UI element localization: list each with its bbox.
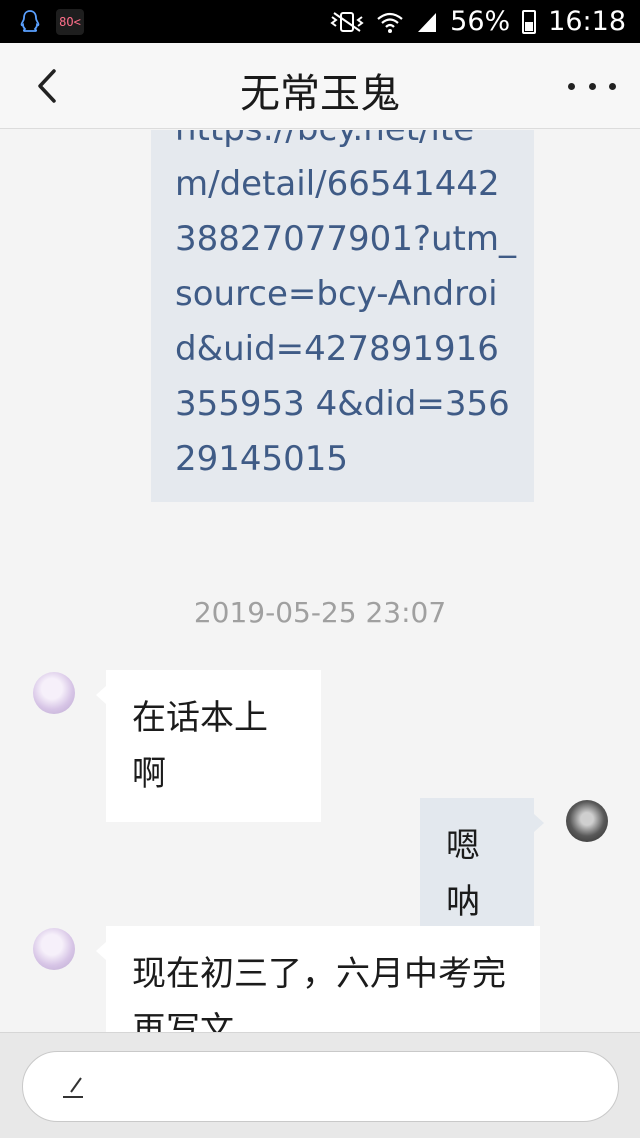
status-bar: 8O< 56% 16:18 [0,0,640,43]
message-bubble[interactable]: 现在初三了，六月中考完再写文 [96,926,540,1032]
friend-avatar[interactable] [33,928,75,970]
battery-icon [522,9,537,34]
message-text: 现在初三了，六月中考完再写文 [132,954,506,1032]
timestamp: 2019-05-25 23:07 [193,596,447,629]
message-text: 在话本上啊 [132,698,268,794]
link-message-bubble[interactable]: https://bcy.net/item/detail/665414423882… [151,130,534,502]
app-badge-icon: 8O< [56,8,84,35]
message-bubble[interactable]: 在话本上啊 [96,670,321,822]
input-bar [0,1032,640,1138]
message-input[interactable] [22,1051,619,1122]
pen-icon [63,1077,83,1098]
more-dot [609,82,616,90]
friend-avatar[interactable] [33,672,75,714]
page-title: 无常玉鬼 [240,71,400,117]
self-avatar[interactable] [566,800,608,842]
signal-icon [418,12,437,32]
chat-list[interactable]: https://bcy.net/item/detail/665414423882… [0,130,640,1032]
more-dot [568,82,575,90]
link-text[interactable]: https://bcy.net/item/detail/665414423882… [175,130,518,487]
more-dot [588,82,596,90]
clock: 16:18 [548,6,626,37]
status-right: 56% 16:18 [330,6,626,37]
battery-percent: 56% [450,6,511,37]
chat-screen: 8O< 56% 16:18 无常玉鬼 m/detail/665414423882… [0,0,640,1138]
wifi-icon [377,12,403,33]
more-button[interactable] [568,73,616,99]
status-left: 8O< [18,8,84,35]
qq-icon [20,9,40,32]
message-text: 嗯呐 [446,826,480,922]
title-bar: 无常玉鬼 [0,43,640,129]
mute-vibrate-icon [330,11,364,32]
